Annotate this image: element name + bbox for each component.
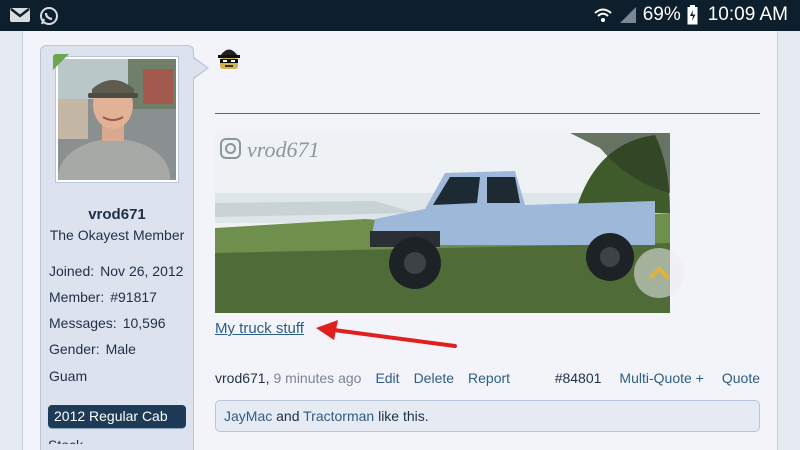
red-arrow-annotation [316,320,457,348]
signal-icon [619,7,636,23]
multi-quote-button[interactable]: Multi-Quote + [619,370,703,386]
quote-button[interactable]: Quote [722,370,760,386]
like-user-tractorman[interactable]: Tractorman [303,408,374,424]
likes-summary: JayMac and Tractorman like this. [215,400,760,432]
user-banner: 2012 Regular Cab [48,405,186,428]
stat-joined: Joined: Nov 26, 2012 [49,263,184,279]
gmail-icon [10,8,30,22]
stat-gender: Gender: Male [49,341,136,357]
ninja-smiley-icon [218,49,240,69]
clock: 10:09 AM [707,4,788,25]
post-author[interactable]: vrod671 [215,370,266,386]
user-title: The Okayest Member [49,227,185,243]
post-time[interactable]: 9 minutes ago [273,370,361,386]
post-image[interactable]: vrod671 [215,133,670,313]
like-user-jaymac[interactable]: JayMac [224,408,272,424]
post-number[interactable]: #84801 [555,370,602,386]
report-button[interactable]: Report [468,370,510,386]
battery-icon [687,5,698,25]
stat-location: Guam [49,368,88,384]
likes-suffix: like this. [378,408,429,424]
signature-divider [215,113,760,114]
battery-percent: 69% [642,4,681,25]
online-indicator [53,54,69,70]
avatar[interactable] [56,57,178,182]
stat-messages: Messages: 10,596 [49,315,166,331]
image-watermark: vrod671 [247,137,320,162]
username[interactable]: vrod671 [40,206,194,223]
post-actions-right: #84801 Multi-Quote + Quote [555,370,760,386]
wifi-icon [594,8,612,22]
likes-and: and [276,408,300,424]
panel-pointer [193,58,207,78]
edit-button[interactable]: Edit [375,370,399,386]
scroll-top-button[interactable] [634,248,684,298]
whatsapp-icon [40,7,58,25]
truck-stuff-link[interactable]: My truck stuff [215,320,304,337]
delete-button[interactable]: Delete [414,370,454,386]
post-meta: vrod671, 9 minutes ago Edit Delete Repor… [215,370,511,386]
stat-member: Member: #91817 [49,289,157,305]
status-bar: 69% 10:09 AM [0,0,800,31]
chevron-up-icon [648,266,670,280]
user-extra-field: Stock [48,435,83,444]
